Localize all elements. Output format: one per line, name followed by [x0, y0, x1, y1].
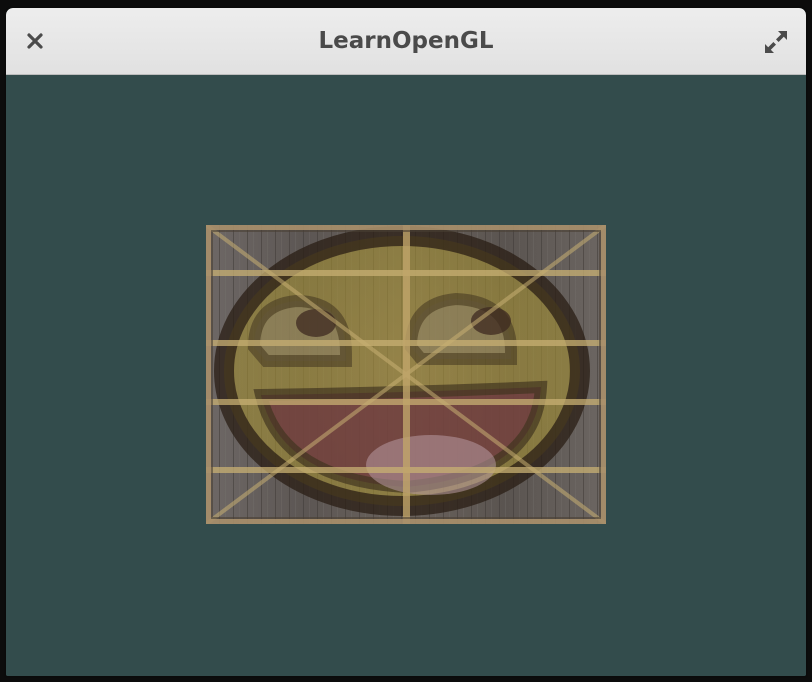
maximize-icon [765, 31, 787, 53]
window-title: LearnOpenGL [318, 28, 494, 54]
textured-quad [206, 225, 606, 524]
face-tongue [366, 435, 496, 495]
maximize-button[interactable] [762, 28, 790, 56]
titlebar: LearnOpenGL [6, 8, 806, 75]
app-window: LearnOpenGL [6, 8, 806, 676]
gl-viewport [6, 75, 806, 676]
